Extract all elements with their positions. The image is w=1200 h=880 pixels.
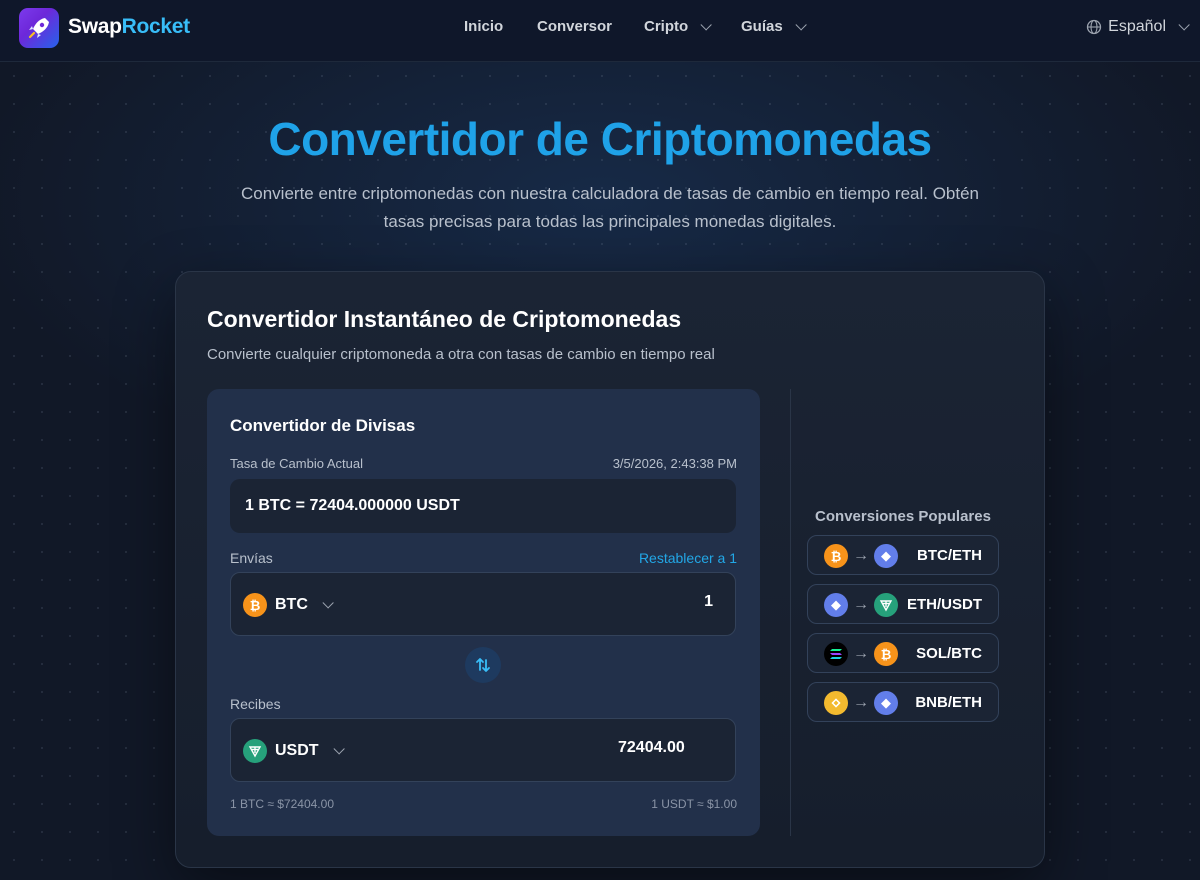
globe-icon	[1087, 19, 1102, 35]
nav-item-guias[interactable]: Guías	[741, 18, 807, 35]
converter-card: Convertidor Instantáneo de Criptomonedas…	[175, 271, 1045, 868]
popular-conversions-title: Conversiones Populares	[815, 508, 991, 525]
nav-item-label: Conversor	[537, 18, 613, 35]
popular-conversion-eth-usdt[interactable]: ◆ → ETH/USDT	[807, 584, 999, 624]
rate-label: Tasa de Cambio Actual	[230, 456, 363, 471]
receive-coin-select[interactable]: USDT	[243, 739, 345, 763]
nav-item-conversor[interactable]: Conversor	[537, 18, 612, 35]
currency-converter-panel: Convertidor de Divisas Tasa de Cambio Ac…	[207, 389, 760, 836]
nav-item-label: Guías	[741, 18, 783, 35]
nav-item-inicio[interactable]: Inicio	[464, 18, 503, 35]
ethereum-icon: ◆	[874, 544, 898, 568]
swap-button[interactable]	[465, 647, 501, 683]
receive-coin-label: USDT	[275, 742, 319, 759]
nav-item-cripto[interactable]: Cripto	[644, 18, 712, 35]
arrow-right-icon: →	[853, 547, 869, 564]
converter-title: Convertidor de Divisas	[230, 416, 416, 435]
tether-icon	[243, 739, 267, 763]
rate-display: 1 BTC = 72404.000000 USDT	[230, 479, 736, 533]
pair-label: SOL/BTC	[916, 645, 982, 662]
receive-amount-output[interactable]: 72404.00	[618, 739, 713, 757]
pair-label: BTC/ETH	[917, 547, 982, 564]
pair-icons: → ₿	[824, 642, 898, 666]
card-subtitle: Convierte cualquier criptomoneda a otra …	[207, 346, 715, 363]
nav-item-label: Inicio	[464, 18, 504, 35]
popular-conversion-btc-eth[interactable]: ₿ → ◆ BTC/ETH	[807, 535, 999, 575]
pair-icons: ◆ →	[824, 593, 898, 617]
pair-label: BNB/ETH	[915, 694, 982, 711]
send-label: Envías	[230, 550, 273, 566]
receive-usd-value: 1 USDT ≈ $1.00	[651, 797, 737, 811]
rate-timestamp: 3/5/2026, 2:43:38 PM	[612, 456, 737, 471]
rate-value: 1 BTC = 72404.000000 USDT	[245, 497, 460, 514]
bnb-icon	[824, 691, 848, 715]
receive-label: Recibes	[230, 696, 281, 712]
bitcoin-icon: ₿	[874, 642, 898, 666]
send-usd-value: 1 BTC ≈ $72404.00	[230, 797, 334, 811]
chevron-down-icon	[333, 743, 345, 755]
page-subtitle: Convierte entre criptomonedas con nuestr…	[240, 184, 980, 231]
arrow-right-icon: →	[853, 596, 869, 613]
ethereum-icon: ◆	[874, 691, 898, 715]
bitcoin-icon: ₿	[824, 544, 848, 568]
arrow-right-icon: →	[853, 694, 869, 711]
nav-item-label: Cripto	[644, 18, 689, 35]
nav-menu: Inicio Conversor Cripto Guías	[0, 18, 1200, 38]
language-selector[interactable]: Español	[1086, 18, 1190, 36]
send-field: ₿ BTC 1	[230, 572, 736, 636]
send-amount-input[interactable]: 1	[513, 593, 713, 611]
page-title: Convertidor de Criptomonedas	[268, 113, 932, 165]
top-navbar: SwapRocket Inicio Conversor Cripto Guías…	[0, 0, 1200, 62]
send-coin-select[interactable]: ₿ BTC	[243, 593, 334, 617]
bitcoin-icon: ₿	[243, 593, 267, 617]
ethereum-icon: ◆	[824, 593, 848, 617]
tether-icon	[874, 593, 898, 617]
popular-conversion-sol-btc[interactable]: → ₿ SOL/BTC	[807, 633, 999, 673]
popular-conversion-bnb-eth[interactable]: → ◆ BNB/ETH	[807, 682, 999, 722]
chevron-down-icon	[700, 18, 712, 31]
chevron-down-icon	[795, 18, 807, 31]
vertical-divider	[790, 389, 791, 836]
solana-icon	[824, 642, 848, 666]
reset-link[interactable]: Restablecer a 1	[639, 550, 737, 566]
swap-arrows-icon	[476, 658, 490, 672]
pair-icons: ₿ → ◆	[824, 544, 898, 568]
pair-label: ETH/USDT	[907, 596, 982, 613]
send-coin-label: BTC	[275, 596, 308, 613]
receive-field: USDT 72404.00	[230, 718, 736, 782]
language-label: Español	[1108, 18, 1166, 35]
chevron-down-icon	[322, 597, 334, 609]
card-title: Convertidor Instantáneo de Criptomonedas	[207, 306, 682, 332]
pair-icons: → ◆	[824, 691, 898, 715]
arrow-right-icon: →	[853, 645, 869, 662]
